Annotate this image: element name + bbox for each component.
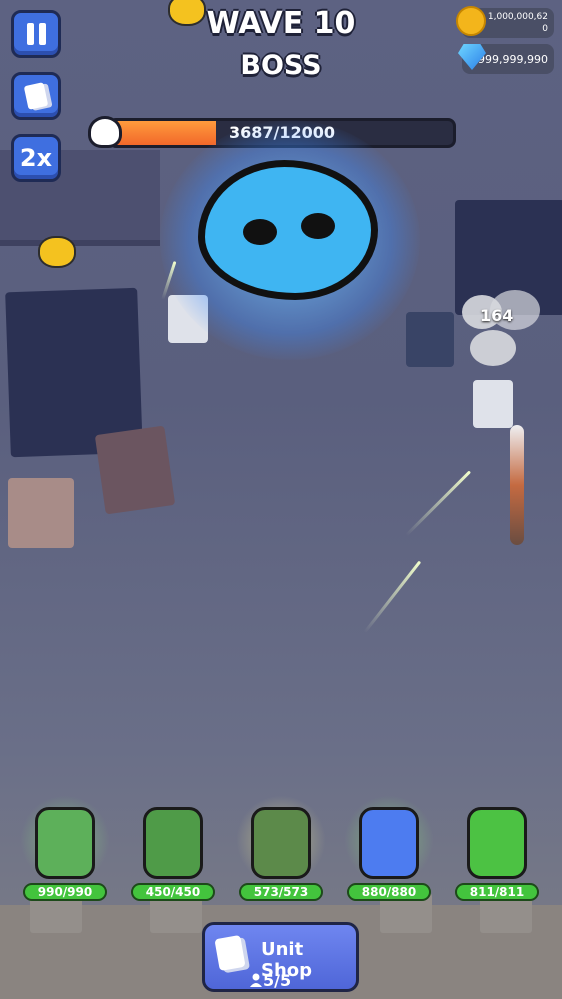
unit-tank[interactable]: 990/990 xyxy=(15,795,115,905)
photo-card xyxy=(473,380,513,428)
rocket-trail xyxy=(510,425,524,545)
unit-hp: 811/811 xyxy=(455,883,539,901)
unit-bazooka-soldier[interactable]: 450/450 xyxy=(123,795,223,905)
tank-icon xyxy=(35,807,95,879)
gold-amount: 1,000,000,62 xyxy=(487,12,548,22)
unit-green-dinosaur[interactable]: 811/811 xyxy=(447,795,547,905)
gold-amount-suffix: 0 xyxy=(542,24,548,34)
unit-gumball-machine[interactable]: 880/880 xyxy=(339,795,439,905)
soldier-icon xyxy=(143,807,203,879)
unit-camo-soldier[interactable]: 573/573 xyxy=(231,795,331,905)
planet-card xyxy=(406,312,454,367)
yellow-enemy xyxy=(38,236,76,268)
unit-count: 5/5 xyxy=(263,971,292,990)
cards-icon xyxy=(23,82,49,110)
damage-number: 164 xyxy=(480,306,514,325)
boss-eye xyxy=(301,213,335,239)
speed-label: 2x xyxy=(19,144,53,172)
smoke-cloud xyxy=(470,330,516,366)
camo-soldier-icon xyxy=(251,807,311,879)
cards-icon xyxy=(214,934,246,972)
boss-cloud-monster xyxy=(198,160,378,300)
gold-coin-icon xyxy=(456,6,486,36)
unit-hp: 573/573 xyxy=(239,883,323,901)
dinosaur-icon xyxy=(467,807,527,879)
unit-hp: 990/990 xyxy=(23,883,107,901)
unit-shop-button[interactable]: Unit Shop 5/5 xyxy=(202,922,359,992)
gumball-machine-icon xyxy=(359,807,419,879)
boss-eye xyxy=(243,219,277,245)
person-icon xyxy=(250,973,262,987)
ghost-poster xyxy=(94,425,176,515)
gem-amount: 999,999,990 xyxy=(478,52,548,66)
portrait-poster xyxy=(8,478,74,548)
unit-hp: 450/450 xyxy=(131,883,215,901)
unit-hp: 880/880 xyxy=(347,883,431,901)
speed-button[interactable]: 2x xyxy=(11,134,61,182)
skull-icon xyxy=(88,116,122,148)
